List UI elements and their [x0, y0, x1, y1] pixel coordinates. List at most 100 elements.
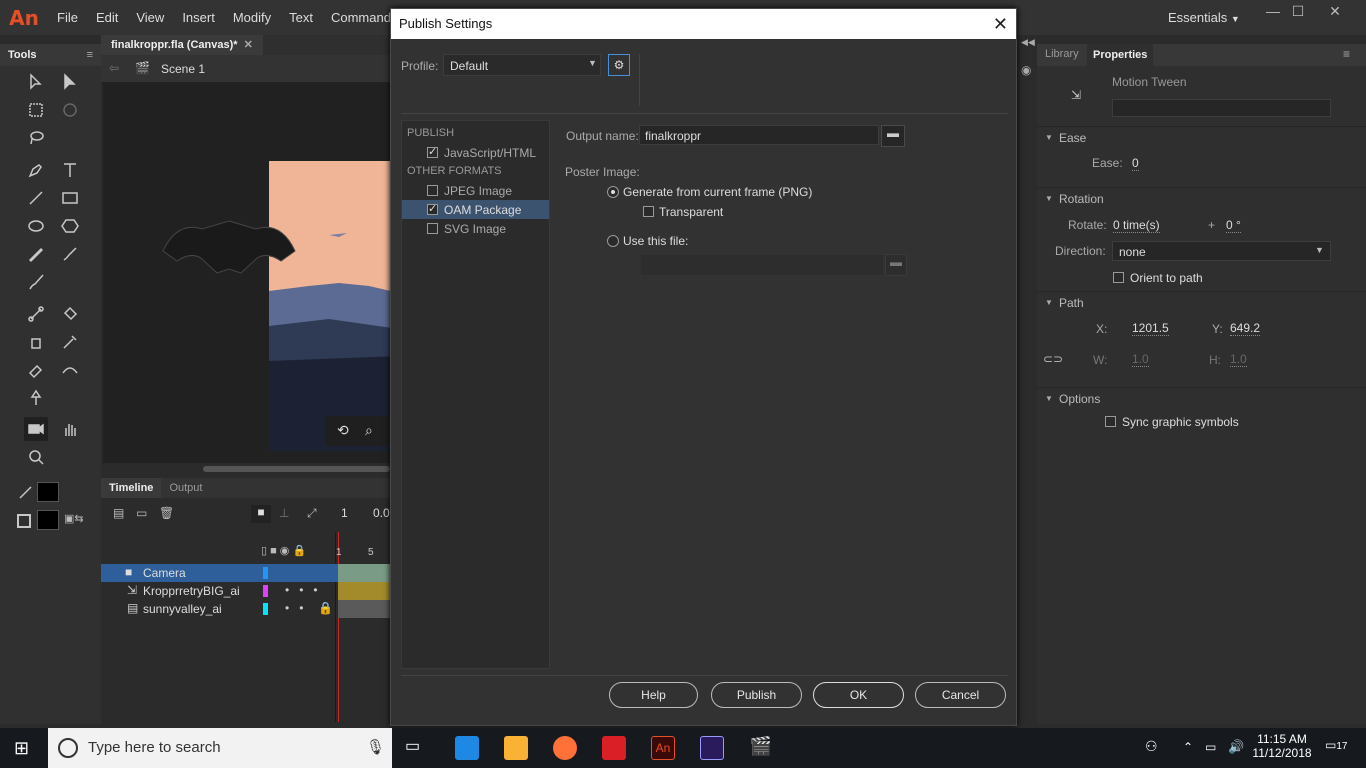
graph-icon[interactable]: ⤢	[307, 506, 317, 521]
static-frames[interactable]	[338, 600, 392, 618]
subselection-tool-icon[interactable]	[58, 70, 82, 94]
eraser-tool-icon[interactable]	[24, 358, 48, 382]
premiere-icon[interactable]	[700, 736, 724, 760]
fill-color-icon[interactable]	[17, 514, 31, 528]
tab-timeline[interactable]: Timeline	[101, 478, 162, 498]
y-value[interactable]: 649.2	[1230, 321, 1261, 336]
layer-color-swatch[interactable]	[263, 567, 268, 579]
rotate-camera-icon[interactable]: ⟲	[337, 422, 349, 439]
file-explorer-icon[interactable]	[504, 736, 528, 760]
lock-icon[interactable]: 🔒	[318, 601, 333, 615]
rotate-degrees[interactable]: 0 °	[1226, 218, 1241, 233]
use-file-radio[interactable]	[607, 235, 619, 247]
output-name-input[interactable]: finalkroppr	[639, 125, 879, 145]
layer-color-swatch[interactable]	[263, 603, 268, 615]
notification-center-icon[interactable]: ▭17	[1325, 738, 1349, 758]
taskbar-search[interactable]: Type here to search 🎙	[48, 728, 392, 768]
free-transform-tool-icon[interactable]	[24, 98, 48, 122]
layer-dots[interactable]: • • •	[285, 583, 318, 597]
document-tab[interactable]: finalkroppr.fla (Canvas)* ✕	[101, 35, 263, 55]
profile-options-gear-icon[interactable]: ⚙	[608, 54, 630, 76]
task-view-icon[interactable]: ▭	[405, 736, 429, 760]
stroke-color-swatch[interactable]	[37, 482, 59, 502]
layer-color-swatch[interactable]	[263, 585, 268, 597]
publish-button[interactable]: Publish	[711, 682, 802, 708]
layer-row[interactable]: ⇲ KropprretryBIG_ai • • •	[101, 582, 338, 600]
tray-chevron-icon[interactable]: ⌃	[1183, 740, 1193, 754]
close-icon[interactable]: ✕	[993, 9, 1008, 39]
movie-maker-icon[interactable]: 🎬	[749, 736, 773, 760]
camera-tween-frames[interactable]	[338, 564, 392, 582]
clock[interactable]: 11:15 AM 11/12/2018	[1252, 732, 1312, 760]
new-folder-icon[interactable]: ▭	[136, 506, 147, 520]
folder-icon[interactable]: ▬	[881, 125, 905, 147]
menu-text[interactable]: Text	[280, 0, 322, 35]
rectangle-tool-icon[interactable]	[58, 186, 82, 210]
instance-name-input[interactable]	[1112, 99, 1331, 117]
menu-file[interactable]: File	[48, 0, 87, 35]
delete-layer-icon[interactable]: 🗑	[159, 506, 174, 520]
paint-bucket-tool-icon[interactable]	[58, 302, 82, 326]
playhead[interactable]	[338, 532, 339, 722]
options-section-header[interactable]: Options	[1037, 387, 1366, 410]
svg-checkbox[interactable]	[427, 223, 438, 234]
battery-icon[interactable]: ▭	[1205, 740, 1216, 754]
tab-output[interactable]: Output	[161, 478, 210, 498]
help-button[interactable]: Help	[609, 682, 698, 708]
camera-tool-icon[interactable]	[24, 417, 48, 441]
animate-taskbar-icon[interactable]: An	[651, 736, 675, 760]
people-icon[interactable]: ⚇	[1145, 738, 1158, 755]
text-tool-icon[interactable]	[58, 158, 82, 182]
microphone-icon[interactable]: 🎙	[366, 728, 385, 768]
back-arrow-icon[interactable]: ⇦	[109, 61, 119, 75]
transparent-checkbox[interactable]	[643, 206, 654, 217]
tab-library[interactable]: Library	[1045, 48, 1079, 60]
pen-tool-icon[interactable]	[24, 158, 48, 182]
lasso-tool-icon[interactable]	[24, 126, 48, 150]
zoom-tool-icon[interactable]	[24, 445, 48, 469]
x-value[interactable]: 1201.5	[1132, 321, 1169, 336]
ink-bottle-tool-icon[interactable]	[24, 330, 48, 354]
windows-start-icon[interactable]: ⊞	[14, 738, 34, 758]
edge-icon[interactable]	[455, 736, 479, 760]
creative-cloud-icon[interactable]	[602, 736, 626, 760]
stage-horizontal-scrollbar[interactable]	[103, 463, 390, 475]
menu-modify[interactable]: Modify	[224, 0, 280, 35]
eyedropper-tool-icon[interactable]	[58, 330, 82, 354]
camera-toggle-icon[interactable]: ■	[251, 505, 271, 523]
format-javascript-html[interactable]: JavaScript/HTML	[402, 143, 549, 162]
pencil-tool-icon[interactable]	[24, 242, 48, 266]
format-oam[interactable]: OAM Package	[402, 200, 549, 219]
workspace-switcher[interactable]: Essentials ▼	[1168, 0, 1240, 35]
layer-parenting-icon[interactable]: ⊥	[279, 506, 289, 520]
oval-tool-icon[interactable]	[24, 214, 48, 238]
volume-icon[interactable]: 🔊	[1228, 739, 1244, 755]
layer-row[interactable]: ▤ sunnyvalley_ai • • 🔒	[101, 600, 338, 618]
orient-to-path-checkbox[interactable]	[1113, 272, 1124, 283]
format-jpeg[interactable]: JPEG Image	[402, 181, 549, 200]
3d-rotation-tool-icon[interactable]	[58, 98, 82, 122]
stage[interactable]: ⟲ ⌕	[103, 83, 390, 463]
fill-color-swatch[interactable]	[37, 510, 59, 530]
hand-tool-icon[interactable]	[58, 417, 82, 441]
panel-menu-icon[interactable]: ≡	[87, 49, 93, 61]
menu-edit[interactable]: Edit	[87, 0, 127, 35]
cancel-button[interactable]: Cancel	[915, 682, 1006, 708]
bone-tool-icon[interactable]	[24, 302, 48, 326]
selection-tool-icon[interactable]	[24, 70, 48, 94]
menu-view[interactable]: View	[127, 0, 173, 35]
ok-button[interactable]: OK	[813, 682, 904, 708]
zoom-camera-icon[interactable]: ⌕	[365, 422, 373, 439]
swap-colors-icon[interactable]: ▣⇆	[64, 512, 92, 526]
paint-brush-tool-icon[interactable]	[58, 242, 82, 266]
profile-select[interactable]: Default ▼	[443, 54, 601, 76]
close-window-button[interactable]: ✕	[1317, 0, 1353, 24]
tab-properties[interactable]: Properties	[1087, 44, 1154, 66]
ease-section-header[interactable]: Ease	[1037, 126, 1366, 149]
layer-dots[interactable]: • •	[285, 601, 303, 615]
scrollbar-thumb[interactable]	[203, 466, 390, 472]
frame-area[interactable]: 1 5	[335, 532, 392, 722]
direction-select[interactable]: none ▼	[1112, 241, 1331, 261]
jpeg-checkbox[interactable]	[427, 185, 438, 196]
pin-tool-icon[interactable]	[24, 386, 48, 410]
